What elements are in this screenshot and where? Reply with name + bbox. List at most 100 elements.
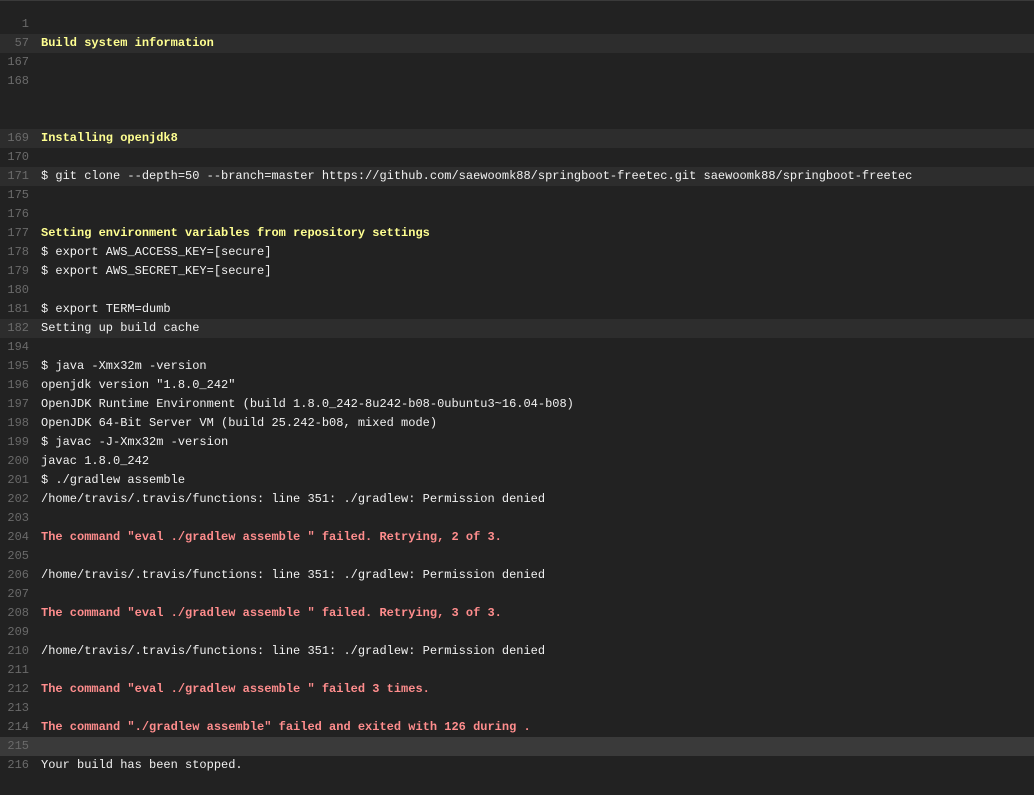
log-line[interactable]: 197 OpenJDK Runtime Environment (build 1.… <box>0 395 1034 414</box>
log-line[interactable]: 170 <box>0 148 1034 167</box>
log-text: $ git clone --depth=50 --branch=master h… <box>41 169 913 183</box>
log-line[interactable]: 211 <box>0 661 1034 680</box>
line-number[interactable]: 211 <box>0 661 29 680</box>
log-line[interactable]: 205 <box>0 547 1034 566</box>
line-number[interactable]: 215 <box>0 737 29 756</box>
log-text: $ export AWS_SECRET_KEY=[secure] <box>41 264 272 278</box>
log-line[interactable]: 200 javac 1.8.0_242 <box>0 452 1034 471</box>
line-number[interactable]: 200 <box>0 452 29 471</box>
log-line[interactable]: 216 Your build has been stopped. <box>0 756 1034 775</box>
log-line[interactable]: 207 <box>0 585 1034 604</box>
line-number[interactable]: 206 <box>0 566 29 585</box>
line-number[interactable]: 207 <box>0 585 29 604</box>
log-text: Your build has been stopped. <box>41 758 243 772</box>
log-text: openjdk version "1.8.0_242" <box>41 378 236 392</box>
log-line[interactable]: 176 <box>0 205 1034 224</box>
line-number[interactable]: 168 <box>0 72 29 91</box>
log-text: The command "eval ./gradlew assemble " f… <box>41 682 430 696</box>
log-line-error[interactable]: 204 The command "eval ./gradlew assemble … <box>0 528 1034 547</box>
line-number[interactable]: 212 <box>0 680 29 699</box>
log-text: The command "eval ./gradlew assemble " f… <box>41 606 502 620</box>
log-text: Installing openjdk8 <box>41 131 178 145</box>
log-text: /home/travis/.travis/functions: line 351… <box>41 644 546 658</box>
line-number[interactable]: 194 <box>0 338 29 357</box>
line-number[interactable]: 196 <box>0 376 29 395</box>
line-number[interactable]: 205 <box>0 547 29 566</box>
line-number[interactable]: 169 <box>0 129 29 148</box>
line-number[interactable]: 178 <box>0 243 29 262</box>
log-text: Build system information <box>41 36 214 50</box>
log-line[interactable]: 1 <box>0 15 1034 34</box>
log-text: Setting up build cache <box>41 321 200 335</box>
log-line-error[interactable]: 208 The command "eval ./gradlew assemble … <box>0 604 1034 623</box>
line-number[interactable]: 175 <box>0 186 29 205</box>
log-line-error[interactable]: 212 The command "eval ./gradlew assemble … <box>0 680 1034 699</box>
log-line[interactable]: 213 <box>0 699 1034 718</box>
log-fold-build-cache[interactable]: 182 Setting up build cache <box>0 319 1034 338</box>
line-number[interactable]: 1 <box>0 15 29 34</box>
log-line[interactable]: 181 $ export TERM=dumb <box>0 300 1034 319</box>
line-number[interactable]: 197 <box>0 395 29 414</box>
line-number[interactable]: 204 <box>0 528 29 547</box>
line-number[interactable]: 167 <box>0 53 29 72</box>
log-line[interactable]: 179 $ export AWS_SECRET_KEY=[secure] <box>0 262 1034 281</box>
log-text: OpenJDK 64-Bit Server VM (build 25.242-b… <box>41 416 438 430</box>
line-number[interactable]: 201 <box>0 471 29 490</box>
log-fold-build-system[interactable]: 57 Build system information <box>0 34 1034 53</box>
log-text: $ javac -J-Xmx32m -version <box>41 435 229 449</box>
line-number[interactable]: 210 <box>0 642 29 661</box>
log-line[interactable]: 195 $ java -Xmx32m -version <box>0 357 1034 376</box>
line-number[interactable]: 182 <box>0 319 29 338</box>
line-number[interactable]: 171 <box>0 167 29 186</box>
log-line[interactable]: 194 <box>0 338 1034 357</box>
log-line[interactable]: 178 $ export AWS_ACCESS_KEY=[secure] <box>0 243 1034 262</box>
build-log: 1 57 Build system information 167 168 169… <box>0 0 1034 775</box>
log-line-error[interactable]: 214 The command "./gradlew assemble" fail… <box>0 718 1034 737</box>
log-line[interactable]: 196 openjdk version "1.8.0_242" <box>0 376 1034 395</box>
log-line[interactable]: 210/home/travis/.travis/functions: line … <box>0 642 1034 661</box>
line-number[interactable]: 198 <box>0 414 29 433</box>
line-number[interactable]: 216 <box>0 756 29 775</box>
log-line-highlighted[interactable]: 215 <box>0 737 1034 756</box>
line-number[interactable]: 214 <box>0 718 29 737</box>
log-text: /home/travis/.travis/functions: line 351… <box>41 568 546 582</box>
log-line[interactable]: 180 <box>0 281 1034 300</box>
log-line[interactable]: 198 OpenJDK 64-Bit Server VM (build 25.24… <box>0 414 1034 433</box>
line-number[interactable]: 170 <box>0 148 29 167</box>
log-text: $ export TERM=dumb <box>41 302 171 316</box>
log-text: $ java -Xmx32m -version <box>41 359 207 373</box>
log-line[interactable]: 168 <box>0 72 1034 91</box>
log-text: The command "./gradlew assemble" failed … <box>41 720 531 734</box>
line-number[interactable]: 209 <box>0 623 29 642</box>
line-number[interactable]: 180 <box>0 281 29 300</box>
log-text: The command "eval ./gradlew assemble " f… <box>41 530 502 544</box>
line-number[interactable]: 213 <box>0 699 29 718</box>
log-line[interactable]: 167 <box>0 53 1034 72</box>
log-line[interactable]: 175 <box>0 186 1034 205</box>
log-line[interactable]: 206/home/travis/.travis/functions: line … <box>0 566 1034 585</box>
log-text: OpenJDK Runtime Environment (build 1.8.0… <box>41 397 574 411</box>
log-text: javac 1.8.0_242 <box>41 454 150 468</box>
line-number[interactable]: 203 <box>0 509 29 528</box>
log-text: /home/travis/.travis/functions: line 351… <box>41 492 546 506</box>
log-line[interactable]: 202/home/travis/.travis/functions: line … <box>0 490 1034 509</box>
line-number[interactable]: 57 <box>0 34 29 53</box>
line-number[interactable]: 208 <box>0 604 29 623</box>
log-gap <box>0 91 1034 129</box>
log-text: Setting environment variables from repos… <box>41 226 430 240</box>
log-line[interactable]: 201 $ ./gradlew assemble <box>0 471 1034 490</box>
log-line[interactable]: 199 $ javac -J-Xmx32m -version <box>0 433 1034 452</box>
log-fold-git-clone[interactable]: 171 $ git clone --depth=50 --branch=maste… <box>0 167 1034 186</box>
log-line[interactable]: 177 Setting environment variables from re… <box>0 224 1034 243</box>
line-number[interactable]: 199 <box>0 433 29 452</box>
line-number[interactable]: 181 <box>0 300 29 319</box>
log-fold-install-jdk[interactable]: 169 Installing openjdk8 <box>0 129 1034 148</box>
log-line[interactable]: 203 <box>0 509 1034 528</box>
line-number[interactable]: 176 <box>0 205 29 224</box>
line-number[interactable]: 202 <box>0 490 29 509</box>
log-line[interactable]: 209 <box>0 623 1034 642</box>
line-number[interactable]: 195 <box>0 357 29 376</box>
log-text: $ ./gradlew assemble <box>41 473 186 487</box>
line-number[interactable]: 179 <box>0 262 29 281</box>
line-number[interactable]: 177 <box>0 224 29 243</box>
